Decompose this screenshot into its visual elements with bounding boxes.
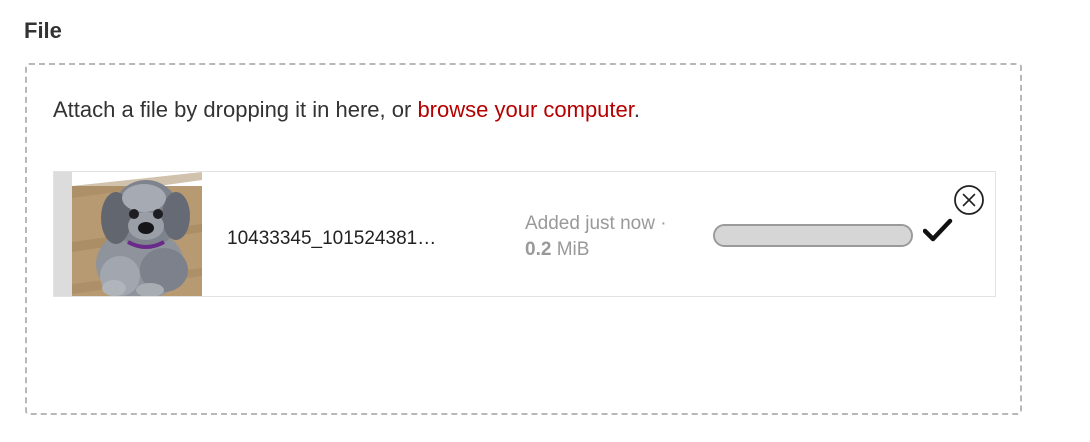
uploaded-file-row: 10433345_101524381… Added just now · 0.2… (53, 171, 996, 297)
upload-progress-bar (713, 224, 913, 247)
instruction-text: Attach a file by dropping it in here, or (53, 97, 418, 122)
file-thumbnail (72, 172, 202, 296)
file-name: 10433345_101524381… (227, 228, 437, 249)
file-dropzone[interactable]: Attach a file by dropping it in here, or… (25, 63, 1022, 415)
upload-progress-fill (715, 226, 911, 245)
close-circle-icon[interactable] (953, 184, 985, 216)
file-size-value: 0.2 (525, 239, 552, 260)
file-added-time: Added just now · (525, 213, 667, 234)
dropzone-instructions: Attach a file by dropping it in here, or… (53, 97, 640, 123)
file-meta: Added just now · 0.2 MiB (525, 211, 667, 263)
dog-photo-thumbnail (72, 172, 202, 296)
browse-computer-link[interactable]: browse your computer (417, 97, 633, 122)
checkmark-icon (923, 218, 953, 242)
row-drag-handle[interactable] (54, 172, 72, 296)
file-size: 0.2 MiB (525, 237, 667, 263)
instruction-suffix: . (633, 97, 640, 122)
field-label: File (24, 18, 62, 43)
file-size-unit: MiB (551, 239, 590, 260)
